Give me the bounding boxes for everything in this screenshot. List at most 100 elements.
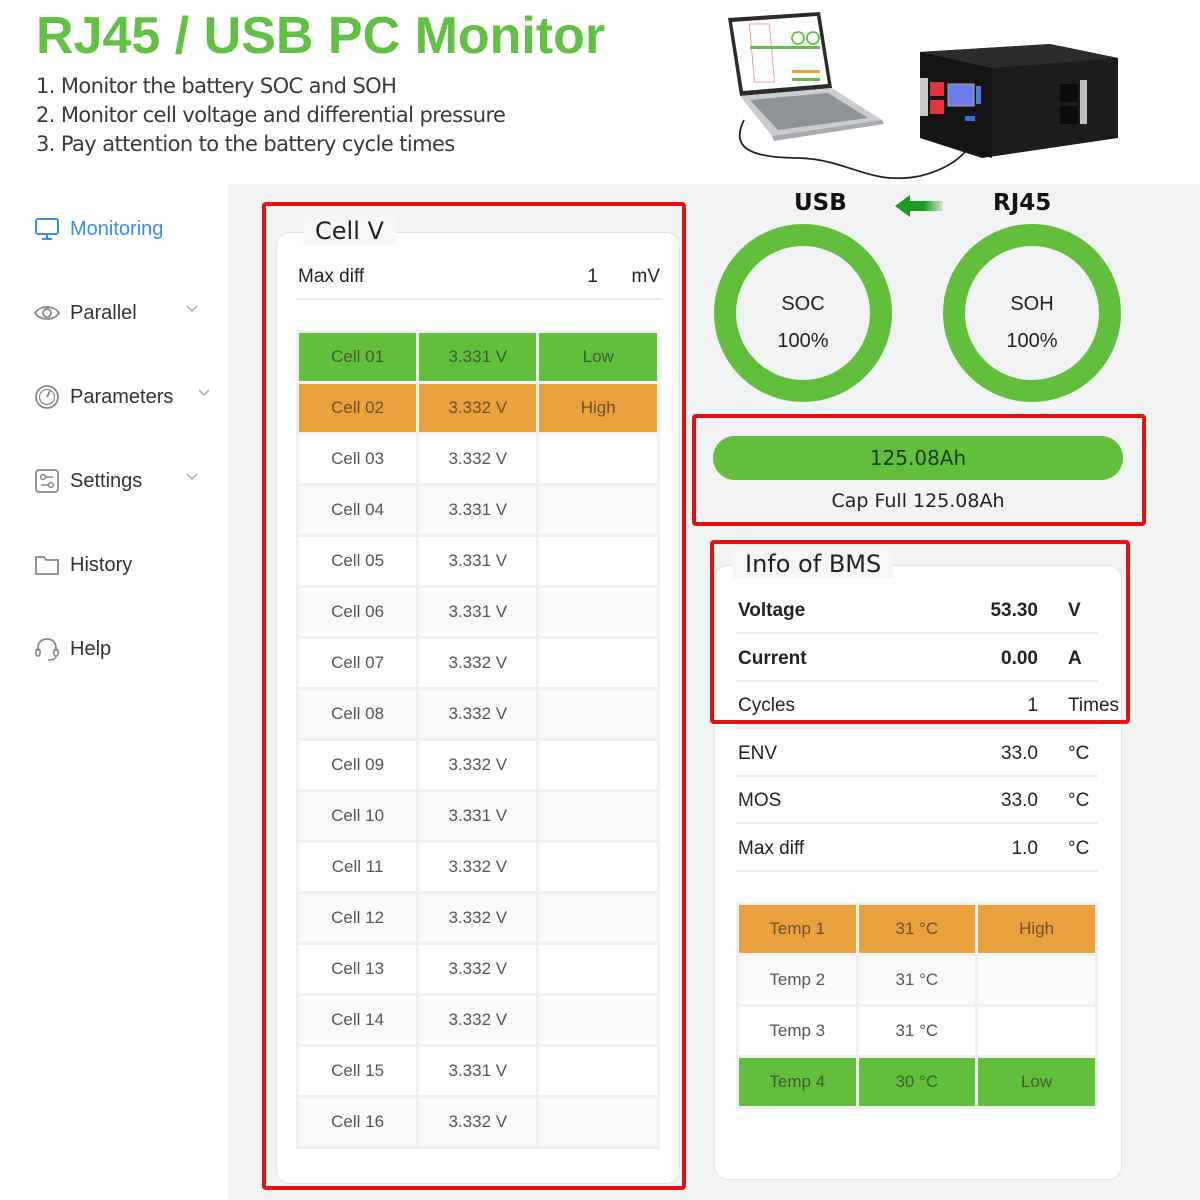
cell-voltage: 3.332 V [416, 891, 540, 945]
temp-value: 30 °C [855, 1055, 979, 1109]
cell-row: Cell 15 3.331 V [295, 1044, 660, 1098]
sidebar-item-label: Monitoring [70, 217, 164, 240]
cell-row: Cell 04 3.331 V [295, 483, 660, 537]
sidebar-item-help[interactable]: Help [34, 636, 209, 662]
banner-feature-list: 1. Monitor the battery SOC and SOH 2. Mo… [36, 72, 506, 159]
cell-status [536, 432, 660, 486]
cell-voltage: 3.332 V [416, 381, 540, 435]
cell-row: Cell 06 3.331 V [295, 585, 660, 639]
temp-name: Temp 2 [736, 953, 859, 1007]
sidebar-item-history[interactable]: History [34, 552, 209, 578]
bms-unit: V [1068, 600, 1081, 621]
cell-status [536, 891, 660, 945]
cell-status [536, 534, 660, 588]
bms-label: MOS [738, 790, 782, 811]
rj45-label: RJ45 [993, 190, 1052, 216]
sidebar-item-parameters[interactable]: Parameters [34, 384, 211, 410]
bms-unit: °C [1068, 790, 1090, 811]
capacity-bar: 125.08Ah [713, 436, 1123, 480]
cell-name: Cell 15 [295, 1044, 420, 1098]
bms-row-cycles: Cycles 1 Times [736, 683, 1119, 729]
cell-row: Cell 02 3.332 V High [295, 381, 660, 435]
sidebar-item-label: Parameters [70, 385, 174, 408]
usb-label: USB [794, 190, 847, 216]
cell-name: Cell 16 [295, 1095, 420, 1149]
gauge-icon [34, 384, 60, 410]
bms-row-max-diff: Max diff 1.0 °C [736, 826, 1098, 872]
temp-value: 31 °C [855, 1004, 979, 1058]
temp-value: 31 °C [855, 902, 979, 956]
bms-label: Max diff [738, 837, 805, 859]
monitor-icon [34, 216, 60, 242]
cell-row: Cell 12 3.332 V [295, 891, 660, 945]
temp-status: Low [975, 1055, 1098, 1109]
sidebar-item-label: History [70, 553, 133, 576]
cell-status [536, 483, 660, 537]
cell-voltage: 3.332 V [416, 840, 540, 894]
temp-name: Temp 1 [736, 902, 859, 956]
cell-status [536, 1044, 660, 1098]
temp-row: Temp 4 30 °C Low [736, 1055, 1098, 1109]
cell-name: Cell 03 [295, 432, 420, 486]
panel-title: Cell V [303, 217, 396, 245]
cell-voltage: 3.331 V [416, 534, 540, 588]
cell-status: Low [536, 330, 660, 384]
temp-status: High [975, 902, 1098, 956]
cell-name: Cell 09 [295, 738, 420, 792]
cell-row: Cell 10 3.331 V [295, 789, 660, 843]
cell-row: Cell 07 3.332 V [295, 636, 660, 690]
cell-status [536, 789, 660, 843]
sidebar-item-monitoring[interactable]: Monitoring [34, 216, 209, 242]
cell-name: Cell 05 [295, 534, 420, 588]
cell-voltage: 3.331 V [416, 1044, 540, 1098]
bms-unit: A [1068, 647, 1082, 669]
eye-icon [34, 300, 60, 326]
bms-value: 33.0 [1001, 790, 1038, 811]
temp-status [975, 1004, 1098, 1058]
cell-name: Cell 06 [295, 585, 420, 639]
cell-status [536, 738, 660, 792]
bms-label: Voltage [738, 600, 806, 621]
headset-icon [34, 636, 60, 662]
cell-voltage: 3.332 V [416, 993, 540, 1047]
sidebar-item-label: Help [70, 637, 112, 660]
bms-value: 53.30 [990, 600, 1038, 621]
bms-value: 0.00 [1001, 647, 1038, 669]
max-diff-unit: mV [631, 266, 661, 287]
battery-module-icon [920, 44, 1118, 158]
chevron-down-icon[interactable] [185, 470, 199, 484]
temp-value: 31 °C [855, 953, 979, 1007]
cell-row: Cell 14 3.332 V [295, 993, 660, 1047]
chevron-down-icon[interactable] [185, 302, 199, 316]
bms-value: 1 [1027, 695, 1038, 716]
sidebar-item-label: Parallel [70, 301, 137, 324]
bms-row-mos: MOS 33.0 °C [736, 778, 1098, 824]
cell-status [536, 1095, 660, 1149]
cell-voltage: 3.332 V [416, 636, 540, 690]
cell-voltage: 3.331 V [416, 585, 540, 639]
folder-icon [34, 552, 60, 578]
cell-max-diff-row: Max diff 1 mV [296, 262, 662, 300]
temp-row: Temp 3 31 °C [736, 1004, 1098, 1058]
sidebar-item-settings[interactable]: Settings [34, 468, 209, 494]
sidebar-item-parallel[interactable]: Parallel [34, 300, 209, 326]
cell-status [536, 687, 660, 741]
cell-row: Cell 05 3.331 V [295, 534, 660, 588]
cell-name: Cell 14 [295, 993, 420, 1047]
cell-status [536, 585, 660, 639]
bms-row-env: ENV 33.0 °C [736, 731, 1098, 777]
cell-voltage: 3.332 V [416, 687, 540, 741]
sidebar-nav [0, 184, 228, 1200]
cell-name: Cell 08 [295, 687, 420, 741]
bms-unit: Times [1068, 695, 1120, 716]
cell-voltage: 3.332 V [416, 432, 540, 486]
bms-unit: °C [1068, 742, 1090, 764]
max-diff-label: Max diff [298, 266, 365, 287]
cell-name: Cell 02 [295, 381, 420, 435]
feature-point: 1. Monitor the battery SOC and SOH [36, 74, 397, 98]
laptop-icon [728, 12, 884, 141]
chevron-down-icon[interactable] [197, 386, 211, 400]
bms-unit: °C [1068, 837, 1090, 859]
cell-name: Cell 10 [295, 789, 420, 843]
bms-label: ENV [738, 742, 778, 764]
